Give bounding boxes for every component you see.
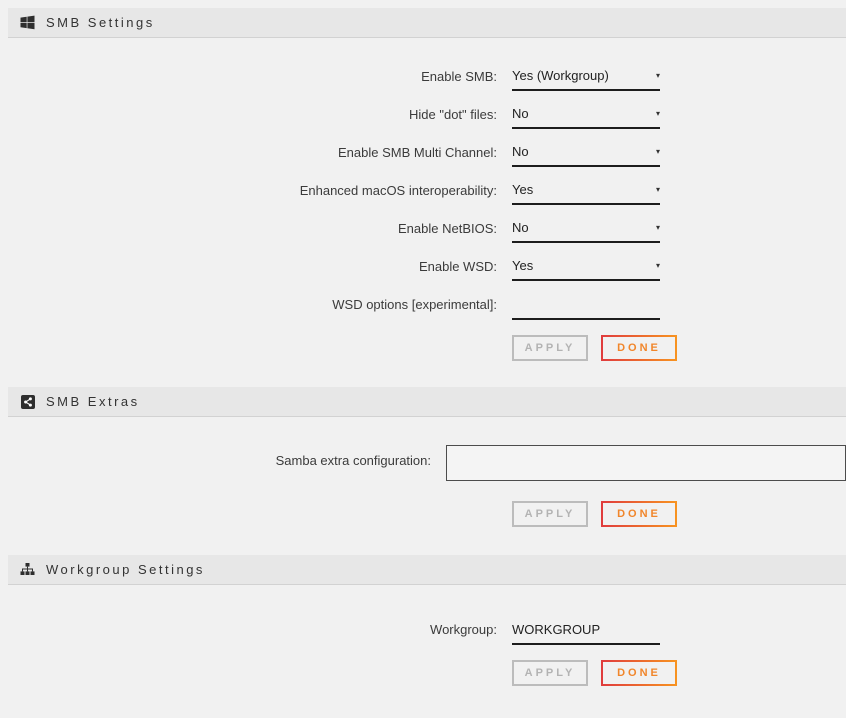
apply-button[interactable]: APPLY xyxy=(512,335,588,361)
section-body-smb-extras: Samba extra configuration: APPLY DONE xyxy=(0,417,846,555)
section-title: SMB Settings xyxy=(46,15,155,30)
form-row-hide-dot-files: Hide "dot" files: No ▾ xyxy=(0,106,846,129)
button-row: APPLY DONE xyxy=(512,335,846,361)
dropdown-arrow-icon: ▾ xyxy=(656,106,660,122)
field-label: Enable SMB: xyxy=(0,68,497,85)
field-label: WSD options [experimental]: xyxy=(0,296,497,313)
button-row: APPLY DONE xyxy=(512,501,846,527)
dropdown-arrow-icon: ▾ xyxy=(656,182,660,198)
form-row-macos-interop: Enhanced macOS interoperability: Yes ▾ xyxy=(0,182,846,205)
samba-extra-config-textarea[interactable] xyxy=(446,445,846,481)
apply-button[interactable]: APPLY xyxy=(512,660,588,686)
section-header-smb-extras: SMB Extras xyxy=(8,387,846,417)
section-body-workgroup: Workgroup: APPLY DONE xyxy=(0,585,846,701)
select-value: No xyxy=(512,220,529,236)
section-title: Workgroup Settings xyxy=(46,562,205,577)
field-label: Workgroup: xyxy=(0,621,497,638)
form-row-workgroup: Workgroup: xyxy=(0,621,846,645)
form-row-wsd-options: WSD options [experimental]: xyxy=(0,296,846,320)
form-row-enable-smb: Enable SMB: Yes (Workgroup) ▾ xyxy=(0,68,846,91)
form-row-samba-extra-config: Samba extra configuration: xyxy=(0,445,846,486)
select-value: No xyxy=(512,106,529,122)
wsd-select[interactable]: Yes ▾ xyxy=(512,258,660,281)
done-button[interactable]: DONE xyxy=(601,501,677,527)
section-title: SMB Extras xyxy=(46,394,140,409)
dropdown-arrow-icon: ▾ xyxy=(656,68,660,84)
field-label: Enable NetBIOS: xyxy=(0,220,497,237)
done-button[interactable]: DONE xyxy=(601,335,677,361)
form-row-wsd: Enable WSD: Yes ▾ xyxy=(0,258,846,281)
section-header-smb-settings: SMB Settings xyxy=(8,8,846,38)
dropdown-arrow-icon: ▾ xyxy=(656,220,660,236)
wsd-options-input[interactable] xyxy=(512,297,660,320)
netbios-select[interactable]: No ▾ xyxy=(512,220,660,243)
dropdown-arrow-icon: ▾ xyxy=(656,258,660,274)
field-label: Hide "dot" files: xyxy=(0,106,497,123)
select-value: Yes xyxy=(512,258,533,274)
form-row-netbios: Enable NetBIOS: No ▾ xyxy=(0,220,846,243)
smb-multichannel-select[interactable]: No ▾ xyxy=(512,144,660,167)
section-workgroup-settings: Workgroup Settings Workgroup: APPLY DONE xyxy=(0,555,846,701)
hide-dot-files-select[interactable]: No ▾ xyxy=(512,106,660,129)
section-header-workgroup-settings: Workgroup Settings xyxy=(8,555,846,585)
share-square-icon xyxy=(20,394,35,409)
workgroup-input[interactable] xyxy=(512,622,660,645)
select-value: Yes (Workgroup) xyxy=(512,68,609,84)
enable-smb-select[interactable]: Yes (Workgroup) ▾ xyxy=(512,68,660,91)
field-label: Enhanced macOS interoperability: xyxy=(0,182,497,199)
apply-button[interactable]: APPLY xyxy=(512,501,588,527)
dropdown-arrow-icon: ▾ xyxy=(656,144,660,160)
field-label: Enable WSD: xyxy=(0,258,497,275)
field-label: Enable SMB Multi Channel: xyxy=(0,144,497,161)
macos-interop-select[interactable]: Yes ▾ xyxy=(512,182,660,205)
sitemap-icon xyxy=(20,562,35,577)
select-value: No xyxy=(512,144,529,160)
button-row: APPLY DONE xyxy=(512,660,846,686)
field-label: Samba extra configuration: xyxy=(0,445,431,469)
form-row-smb-multichannel: Enable SMB Multi Channel: No ▾ xyxy=(0,144,846,167)
section-smb-settings: SMB Settings Enable SMB: Yes (Workgroup)… xyxy=(0,8,846,387)
section-smb-extras: SMB Extras Samba extra configuration: AP… xyxy=(0,387,846,555)
done-button[interactable]: DONE xyxy=(601,660,677,686)
windows-icon xyxy=(20,15,35,30)
section-body-smb-settings: Enable SMB: Yes (Workgroup) ▾ Hide "dot"… xyxy=(0,38,846,387)
select-value: Yes xyxy=(512,182,533,198)
